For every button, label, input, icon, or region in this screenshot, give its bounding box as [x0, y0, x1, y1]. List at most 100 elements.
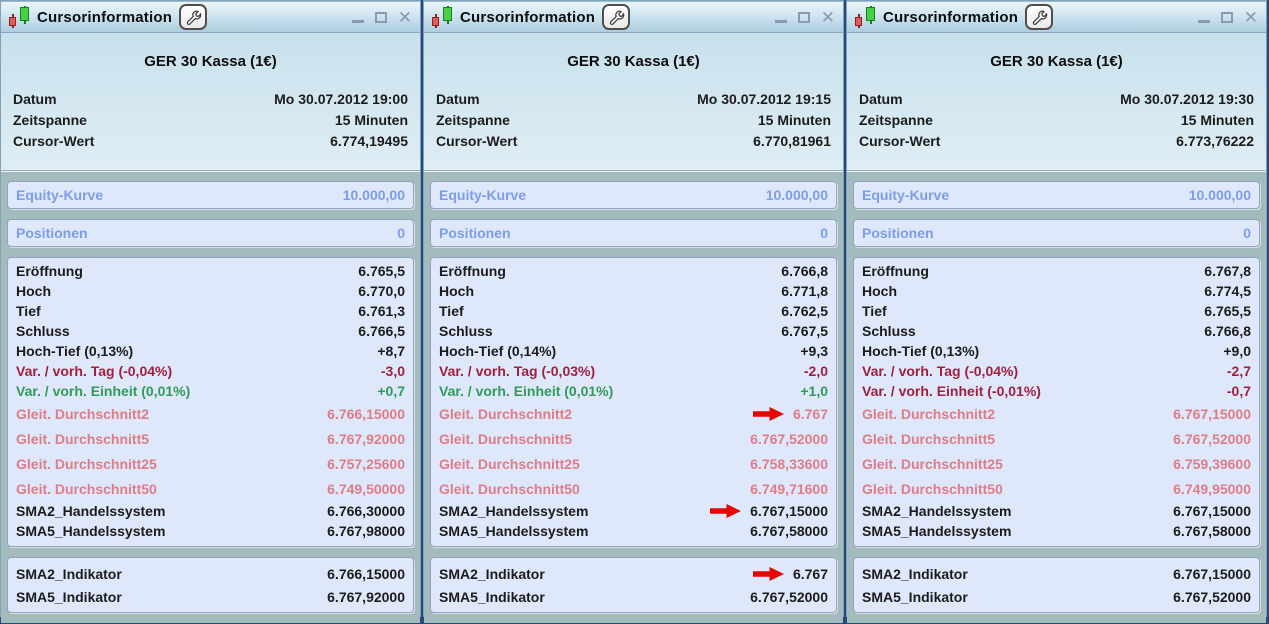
- row-label: Schluss: [439, 323, 493, 339]
- row-value: -0,7: [1226, 383, 1251, 399]
- row-label: Gleit. Durchschnitt50: [439, 480, 580, 497]
- maximize-icon: [374, 11, 387, 23]
- row-value: 6.766,15000: [327, 405, 405, 422]
- data-row: SMA5_Indikator 6.767,52000: [439, 585, 828, 608]
- row-value: 6.767,52000: [750, 430, 828, 447]
- data-row: Gleit. Durchschnitt25 6.759,39600: [862, 451, 1251, 476]
- row-value: Mo 30.07.2012 19:15: [697, 90, 831, 107]
- row-value: 6.767,15000: [1173, 405, 1251, 422]
- row-label: Hoch-Tief (0,13%): [16, 343, 134, 359]
- row-value: 15 Minuten: [757, 111, 831, 128]
- row-label: Gleit. Durchschnitt50: [862, 480, 1003, 497]
- row-label: Gleit. Durchschnitt25: [16, 455, 157, 472]
- data-row: SMA2_Handelssystem 6.766,30000: [16, 501, 405, 521]
- minimize-icon: [774, 20, 787, 23]
- positions-box[interactable]: Positionen 0: [853, 219, 1260, 247]
- data-row: SMA5_Indikator 6.767,52000: [862, 585, 1251, 608]
- price-data-box: Eröffnung 6.767,8 Hoch 6.774,5 Tief 6.765,5 Sc…: [853, 257, 1260, 547]
- cursor-header-section: GER 30 Kassa (1€) Datum Mo 30.07.2012 19:…: [424, 33, 843, 171]
- row-value: 6.767,52000: [1173, 588, 1251, 605]
- desktop: Cursorinformation ✕ GER 30 Kassa (1€) Da…: [0, 0, 1269, 623]
- indicator-box: SMA2_Indikator 6.766,15000 SMA5_Indikator 6…: [7, 557, 414, 613]
- settings-wrench-button[interactable]: [602, 4, 631, 30]
- data-row: SMA5_Indikator 6.767,92000: [16, 585, 405, 608]
- row-label: Gleit. Durchschnitt5: [16, 430, 150, 447]
- highlight-arrow-icon: [710, 504, 742, 518]
- close-icon: ✕: [1243, 7, 1258, 27]
- row-value: 6.774,5: [1204, 283, 1251, 299]
- row-label: Hoch-Tief (0,14%): [439, 343, 557, 359]
- close-button[interactable]: ✕: [398, 9, 412, 26]
- close-button[interactable]: ✕: [1244, 9, 1258, 26]
- minimize-button[interactable]: [774, 11, 787, 23]
- data-row: SMA2_Indikator 6.767: [439, 562, 828, 585]
- row-value: 0: [397, 225, 405, 241]
- row-label: Zeitspanne: [13, 111, 87, 128]
- row-value: +9,3: [800, 343, 828, 359]
- positions-box[interactable]: Positionen 0: [7, 219, 414, 247]
- row-value: 6.773,76222: [1176, 132, 1254, 149]
- cursor-header-section: GER 30 Kassa (1€) Datum Mo 30.07.2012 19:…: [847, 33, 1266, 171]
- row-value: 6.767: [792, 565, 828, 582]
- row-label: Hoch: [16, 283, 51, 299]
- minimize-button[interactable]: [1197, 11, 1210, 23]
- maximize-button[interactable]: [374, 11, 387, 23]
- data-row: Gleit. Durchschnitt2 6.767,15000: [862, 401, 1251, 426]
- row-label: Hoch-Tief (0,13%): [862, 343, 980, 359]
- row-label: Var. / vorh. Einheit (0,01%): [16, 383, 191, 399]
- instrument-title: GER 30 Kassa (1€): [990, 53, 1123, 70]
- data-row: Eröffnung 6.765,5: [16, 261, 405, 281]
- equity-box[interactable]: Equity-Kurve 10.000,00: [7, 181, 414, 209]
- titlebar[interactable]: Cursorinformation ✕: [424, 1, 843, 33]
- row-value: 0: [1243, 225, 1251, 241]
- window-title: Cursorinformation: [883, 8, 1019, 26]
- titlebar[interactable]: Cursorinformation ✕: [847, 1, 1266, 33]
- row-label: SMA2_Handelssystem: [862, 503, 1012, 519]
- green-candle-icon: [20, 6, 29, 24]
- close-button[interactable]: ✕: [821, 9, 835, 26]
- settings-wrench-button[interactable]: [179, 4, 208, 30]
- row-value: 6.766,30000: [327, 503, 405, 519]
- equity-box[interactable]: Equity-Kurve 10.000,00: [430, 181, 837, 209]
- row-value: 15 Minuten: [1180, 111, 1254, 128]
- row-value: 6.749,95000: [1173, 480, 1251, 497]
- row-value: 0: [820, 225, 828, 241]
- minimize-button[interactable]: [351, 11, 364, 23]
- minimize-icon: [1197, 20, 1210, 23]
- row-label: Gleit. Durchschnitt25: [862, 455, 1003, 472]
- maximize-button[interactable]: [797, 11, 810, 23]
- row-label: SMA5_Indikator: [862, 588, 968, 605]
- data-row: Hoch 6.774,5: [862, 281, 1251, 301]
- data-row: Var. / vorh. Einheit (0,01%) +0,7: [16, 381, 405, 401]
- row-value: 6.770,0: [358, 283, 405, 299]
- row-value: 6.771,8: [781, 283, 828, 299]
- close-icon: ✕: [820, 7, 835, 27]
- data-row: Hoch 6.770,0: [16, 281, 405, 301]
- positions-box[interactable]: Positionen 0: [430, 219, 837, 247]
- row-value: 6.767,52000: [750, 588, 828, 605]
- window-controls: ✕: [351, 9, 412, 26]
- titlebar[interactable]: Cursorinformation ✕: [1, 1, 420, 33]
- row-value: 6.749,71600: [750, 480, 828, 497]
- window-title: Cursorinformation: [460, 8, 596, 26]
- row-value: 6.767,15000: [750, 503, 828, 519]
- row-label: Datum: [859, 90, 903, 107]
- settings-wrench-button[interactable]: [1025, 4, 1054, 30]
- row-value: 6.774,19495: [330, 132, 408, 149]
- data-row: Cursor-Wert 6.773,76222: [859, 130, 1254, 151]
- price-data-box: Eröffnung 6.766,8 Hoch 6.771,8 Tief 6.762,5 Sc…: [430, 257, 837, 547]
- row-label: SMA2_Handelssystem: [439, 503, 589, 519]
- row-label: SMA2_Indikator: [862, 565, 968, 582]
- row-label: Equity-Kurve: [16, 187, 104, 203]
- minimize-icon: [351, 20, 364, 23]
- row-value: 6.767,92000: [327, 430, 405, 447]
- row-value: -2,7: [1226, 363, 1251, 379]
- equity-box[interactable]: Equity-Kurve 10.000,00: [853, 181, 1260, 209]
- maximize-icon: [1220, 11, 1233, 23]
- row-label: SMA5_Handelssystem: [862, 523, 1012, 539]
- row-value: +0,7: [377, 383, 405, 399]
- maximize-button[interactable]: [1220, 11, 1233, 23]
- data-row: Gleit. Durchschnitt25 6.758,33600: [439, 451, 828, 476]
- row-value: 6.767,58000: [1173, 523, 1251, 539]
- data-row: Eröffnung 6.766,8: [439, 261, 828, 281]
